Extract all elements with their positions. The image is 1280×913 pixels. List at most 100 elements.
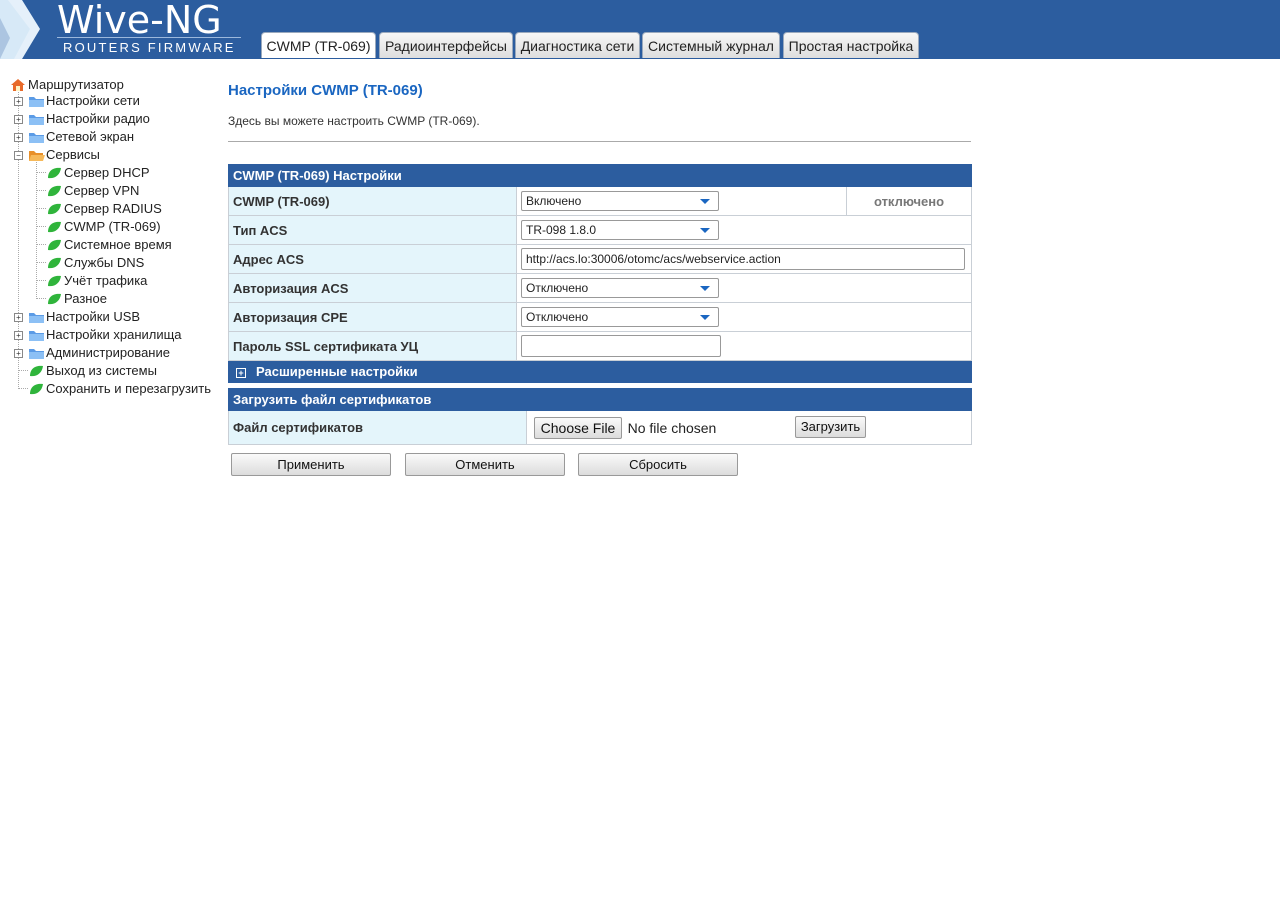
cpe-auth-select[interactable]: Отключено xyxy=(521,307,719,327)
select-value: Отключено xyxy=(526,281,589,295)
tab-radio[interactable]: Радиоинтерфейсы xyxy=(379,32,513,58)
divider xyxy=(228,141,971,142)
upload-button[interactable]: Загрузить xyxy=(795,416,866,438)
folder-icon xyxy=(29,349,44,359)
page-description: Здесь вы можете настроить CWMP (TR-069). xyxy=(228,114,480,128)
ssl-password-input[interactable] xyxy=(521,335,721,357)
cert-file-cell: Choose File No file chosen Загрузить xyxy=(526,410,972,445)
cancel-button[interactable]: Отменить xyxy=(405,453,565,476)
tree-label: Сервер RADIUS xyxy=(64,201,162,216)
leaf-icon xyxy=(30,365,43,377)
cpe-auth-cell: Отключено xyxy=(516,302,972,332)
tab-simple-setup[interactable]: Простая настройка xyxy=(783,32,919,58)
leaf-icon xyxy=(48,167,61,179)
tree-label: Сохранить и перезагрузить xyxy=(46,381,211,396)
tree-label: Сетевой экран xyxy=(46,129,135,144)
expand-icon[interactable]: + xyxy=(14,97,23,106)
home-icon xyxy=(11,79,25,91)
folder-icon xyxy=(29,133,44,143)
section-header: CWMP (TR-069) Настройки xyxy=(228,164,972,187)
folder-icon xyxy=(29,115,44,125)
no-file-text: No file chosen xyxy=(627,419,717,436)
cwmp-cell: Включено xyxy=(516,186,847,216)
collapse-icon[interactable]: − xyxy=(14,151,23,160)
advanced-label: Расширенные настройки xyxy=(256,364,418,379)
select-value: Включено xyxy=(526,194,582,208)
acs-auth-select[interactable]: Отключено xyxy=(521,278,719,298)
tree-label: CWMP (TR-069) xyxy=(64,219,161,234)
leaf-icon xyxy=(48,275,61,287)
leaf-icon xyxy=(48,239,61,251)
ssl-password-cell xyxy=(516,331,972,361)
tree-label: Разное xyxy=(64,291,107,306)
tree-label: Настройки сети xyxy=(46,93,140,108)
tab-cwmp[interactable]: CWMP (TR-069) xyxy=(261,32,376,58)
cpe-auth-label: Авторизация CPE xyxy=(228,302,517,332)
folder-icon xyxy=(29,97,44,107)
expand-icon: + xyxy=(236,368,246,378)
chevron-down-icon xyxy=(700,315,710,320)
tree-label: Сервисы xyxy=(46,147,100,162)
chevron-down-icon xyxy=(700,286,710,291)
row-acs-url: Адрес ACS http://acs.lo:30006/otomc/acs/… xyxy=(228,244,972,274)
reset-button[interactable]: Сбросить xyxy=(578,453,738,476)
upload-table: Загрузить файл сертификатов Файл сертифи… xyxy=(228,388,972,445)
tree-label: Учёт трафика xyxy=(64,273,148,288)
chevron-down-icon xyxy=(700,199,710,204)
expand-icon[interactable]: + xyxy=(14,331,23,340)
expand-icon[interactable]: + xyxy=(14,133,23,142)
expand-icon[interactable]: + xyxy=(14,349,23,358)
leaf-icon xyxy=(48,257,61,269)
tree-label: Системное время xyxy=(64,237,172,252)
tree-label: Настройки хранилища xyxy=(46,327,182,342)
choose-file-button[interactable]: Choose File xyxy=(534,416,622,439)
row-cwmp: CWMP (TR-069) Включено отключено xyxy=(228,186,972,216)
tree-label: Выход из системы xyxy=(46,363,157,378)
select-value: TR-098 1.8.0 xyxy=(526,223,597,237)
row-ssl-password: Пароль SSL сертификата УЦ xyxy=(228,331,972,361)
tree-label: Службы DNS xyxy=(64,255,145,270)
acs-auth-cell: Отключено xyxy=(516,273,972,303)
top-header: Wive-NG ROUTERS FIRMWARE CWMP (TR-069) Р… xyxy=(0,0,1280,59)
expand-icon[interactable]: + xyxy=(14,115,23,124)
leaf-icon xyxy=(48,185,61,197)
logo-subtitle: ROUTERS FIRMWARE xyxy=(63,40,236,55)
cwmp-status: отключено xyxy=(846,186,972,216)
acs-type-select[interactable]: TR-098 1.8.0 xyxy=(521,220,719,240)
leaf-icon xyxy=(48,293,61,305)
tab-diagnostics[interactable]: Диагностика сети xyxy=(515,32,640,58)
leaf-icon xyxy=(48,221,61,233)
row-acs-type: Тип ACS TR-098 1.8.0 xyxy=(228,215,972,245)
cert-file-label: Файл сертификатов xyxy=(228,410,527,445)
tree-label: Настройки радио xyxy=(46,111,150,126)
tree-label: Сервер VPN xyxy=(64,183,140,198)
acs-url-input[interactable]: http://acs.lo:30006/otomc/acs/webservice… xyxy=(521,248,965,270)
acs-auth-label: Авторизация ACS xyxy=(228,273,517,303)
tree-label: Сервер DHCP xyxy=(64,165,150,180)
advanced-row[interactable]: + Расширенные настройки xyxy=(228,360,972,383)
acs-type-cell: TR-098 1.8.0 xyxy=(516,215,972,245)
page-title: Настройки CWMP (TR-069) xyxy=(228,82,423,99)
tree-label: Администрирование xyxy=(46,345,170,360)
tab-syslog[interactable]: Системный журнал xyxy=(642,32,780,58)
row-acs-auth: Авторизация ACS Отключено xyxy=(228,273,972,303)
logo-divider xyxy=(57,37,241,38)
select-value: Отключено xyxy=(526,310,589,324)
expand-icon[interactable]: + xyxy=(14,313,23,322)
chevron-down-icon xyxy=(700,228,710,233)
cwmp-select[interactable]: Включено xyxy=(521,191,719,211)
logo-title: Wive-NG xyxy=(57,0,222,42)
folder-icon xyxy=(29,313,44,323)
row-cert-file: Файл сертификатов Choose File No file ch… xyxy=(228,410,972,445)
acs-type-label: Тип ACS xyxy=(228,215,517,245)
section-header: Загрузить файл сертификатов xyxy=(228,388,972,411)
tree-label: Настройки USB xyxy=(46,309,141,324)
advanced-settings-toggle[interactable]: + Расширенные настройки xyxy=(228,360,972,383)
cwmp-label: CWMP (TR-069) xyxy=(228,186,517,216)
leaf-icon xyxy=(48,203,61,215)
acs-url-cell: http://acs.lo:30006/otomc/acs/webservice… xyxy=(516,244,972,274)
folder-icon xyxy=(29,331,44,341)
acs-url-label: Адрес ACS xyxy=(228,244,517,274)
apply-button[interactable]: Применить xyxy=(231,453,391,476)
logo-mark-icon xyxy=(0,0,40,59)
